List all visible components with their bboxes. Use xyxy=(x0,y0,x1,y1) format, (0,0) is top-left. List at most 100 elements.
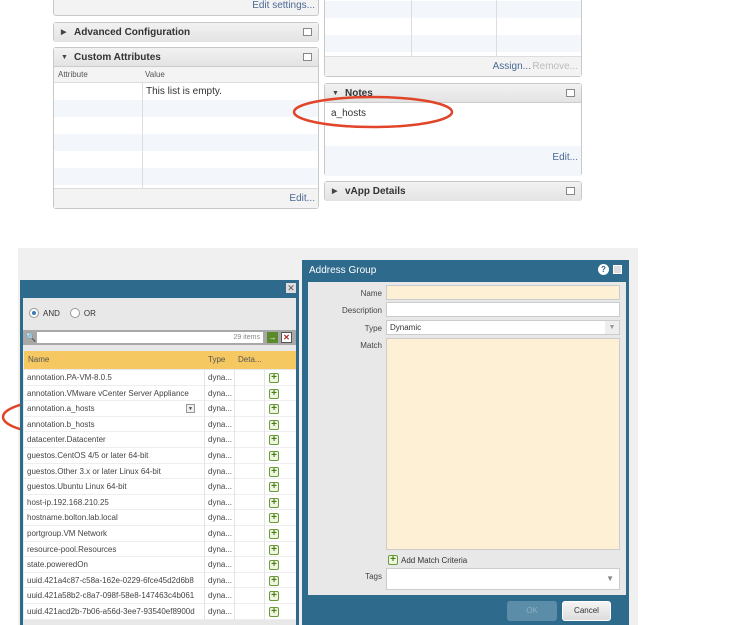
search-input[interactable]: 29 items xyxy=(37,332,263,343)
add-icon[interactable]: + xyxy=(269,497,279,508)
row-name: host-ip.192.168.210.25 xyxy=(27,497,109,507)
table-row[interactable]: state.poweredOn dyna... + xyxy=(24,557,296,574)
add-icon[interactable]: + xyxy=(269,544,279,555)
add-icon[interactable]: + xyxy=(269,575,279,586)
table-row[interactable]: uuid.421a58b2-c8a7-098f-58e8-147463c4b06… xyxy=(24,588,296,605)
row-name: state.poweredOn xyxy=(27,560,88,570)
row-name: portgroup.VM Network xyxy=(27,529,108,538)
add-icon[interactable]: + xyxy=(269,591,279,602)
table-row[interactable]: guestos.Other 3.x or later Linux 64-bit … xyxy=(24,463,296,480)
row-type: dyna... xyxy=(208,373,233,382)
cancel-button[interactable]: Cancel xyxy=(562,601,611,621)
dialog-title: Address Group xyxy=(309,265,377,276)
row-name: annotation.b_hosts xyxy=(27,419,95,429)
column-type[interactable]: Type xyxy=(208,355,225,364)
type-select[interactable]: Dynamic ▼ xyxy=(386,320,620,335)
table-row[interactable]: uuid.421a4c87-c58a-162e-0229-6fce45d2d6b… xyxy=(24,572,296,589)
name-input[interactable] xyxy=(386,285,620,300)
chevron-down-icon: ▼ xyxy=(605,321,619,334)
row-type: dyna... xyxy=(208,607,233,616)
row-name: uuid.421acd2b-7b06-a56d-3ee7-93540ef8900… xyxy=(27,607,195,616)
add-match-criteria-button[interactable]: + Add Match Criteria xyxy=(388,555,467,565)
search-icon: 🔍 xyxy=(25,332,37,342)
row-name: uuid.421a58b2-c8a7-098f-58e8-147463c4b06… xyxy=(27,591,195,601)
description-label: Description xyxy=(341,306,382,315)
row-name: datacenter.Datacenter xyxy=(27,435,106,445)
table-row[interactable]: host-ip.192.168.210.25 dyna... + xyxy=(24,494,296,511)
add-icon[interactable]: + xyxy=(269,419,279,430)
row-name: uuid.421a4c87-c58a-162e-0229-6fce45d2d6b… xyxy=(27,575,194,585)
chevron-down-icon: ▼ xyxy=(606,574,614,583)
or-label: OR xyxy=(83,308,96,318)
match-textarea[interactable] xyxy=(386,338,620,550)
add-icon[interactable]: + xyxy=(269,373,279,383)
row-type: dyna... xyxy=(208,544,233,554)
add-icon[interactable]: + xyxy=(269,466,279,477)
close-icon[interactable]: ✕ xyxy=(286,283,296,293)
row-name: annotation.PA-VM-8.0.5 xyxy=(27,373,112,382)
table-row[interactable]: annotation.PA-VM-8.0.5 dyna... + xyxy=(24,370,296,386)
table-row[interactable]: annotation.VMware vCenter Server Applian… xyxy=(24,385,296,402)
or-radio[interactable] xyxy=(69,308,80,318)
add-match-label: Add Match Criteria xyxy=(401,555,468,565)
and-label: AND xyxy=(43,308,60,318)
row-dropdown-icon[interactable]: ▼ xyxy=(186,404,195,414)
item-count: 29 items xyxy=(233,334,260,341)
tags-label: Tags xyxy=(365,572,382,581)
table-row[interactable]: uuid.421acd2b-7b06-a56d-3ee7-93540ef8900… xyxy=(24,604,296,620)
clear-filter-icon[interactable]: ✕ xyxy=(281,332,292,343)
tags-select[interactable]: ▼ xyxy=(386,568,620,590)
notes-highlight-ellipse xyxy=(292,95,454,129)
row-name: hostname.bolton.lab.local xyxy=(27,513,118,523)
add-icon[interactable]: + xyxy=(269,451,279,461)
apply-filter-icon[interactable]: → xyxy=(267,332,278,343)
row-type: dyna... xyxy=(208,451,233,460)
type-value: Dynamic xyxy=(390,323,422,332)
row-type: dyna... xyxy=(208,560,233,570)
add-icon[interactable]: + xyxy=(269,607,279,617)
column-details[interactable]: Deta... xyxy=(238,355,262,364)
maximize-icon[interactable] xyxy=(613,265,622,274)
add-icon[interactable]: + xyxy=(269,513,279,524)
help-icon[interactable]: ? xyxy=(598,264,609,275)
description-input[interactable] xyxy=(386,302,620,317)
add-icon[interactable]: + xyxy=(269,404,279,415)
add-icon[interactable]: + xyxy=(269,560,279,571)
add-icon[interactable]: + xyxy=(269,435,279,446)
row-type: dyna... xyxy=(208,435,233,445)
table-row[interactable]: resource-pool.Resources dyna... + xyxy=(24,541,296,558)
table-row[interactable]: portgroup.VM Network dyna... + xyxy=(24,526,296,542)
row-type: dyna... xyxy=(208,591,233,601)
add-icon: + xyxy=(388,555,398,565)
row-type: dyna... xyxy=(208,419,233,429)
row-type: dyna... xyxy=(208,575,233,585)
table-row[interactable]: annotation.a_hosts dyna... + ▼ xyxy=(24,401,296,418)
row-name: annotation.VMware vCenter Server Applian… xyxy=(27,388,189,398)
row-name: guestos.Ubuntu Linux 64-bit xyxy=(27,482,127,492)
row-name: resource-pool.Resources xyxy=(27,544,117,554)
row-type: dyna... xyxy=(208,482,233,492)
row-type: dyna... xyxy=(208,404,233,414)
row-type: dyna... xyxy=(208,529,233,538)
and-radio[interactable] xyxy=(29,308,39,318)
row-type: dyna... xyxy=(208,513,233,523)
ok-button: OK xyxy=(507,601,557,621)
table-row[interactable]: hostname.bolton.lab.local dyna... + xyxy=(24,510,296,527)
table-row[interactable]: annotation.b_hosts dyna... + xyxy=(24,416,296,433)
row-type: dyna... xyxy=(208,497,233,507)
row-name: guestos.Other 3.x or later Linux 64-bit xyxy=(27,466,161,476)
table-row[interactable]: datacenter.Datacenter dyna... + xyxy=(24,432,296,449)
table-row[interactable]: guestos.CentOS 4/5 or later 64-bit dyna.… xyxy=(24,448,296,464)
add-icon[interactable]: + xyxy=(269,482,279,493)
row-type: dyna... xyxy=(208,388,233,398)
table-row[interactable]: guestos.Ubuntu Linux 64-bit dyna... + xyxy=(24,479,296,496)
add-icon[interactable]: + xyxy=(269,529,279,539)
row-name: guestos.CentOS 4/5 or later 64-bit xyxy=(27,451,149,460)
row-name: annotation.a_hosts xyxy=(27,404,95,414)
name-label: Name xyxy=(360,289,382,298)
table-header: Name Type Deta... xyxy=(24,351,296,369)
type-label: Type xyxy=(364,324,382,333)
match-label: Match xyxy=(360,341,382,350)
add-icon[interactable]: + xyxy=(269,388,279,399)
column-name[interactable]: Name xyxy=(28,355,49,364)
